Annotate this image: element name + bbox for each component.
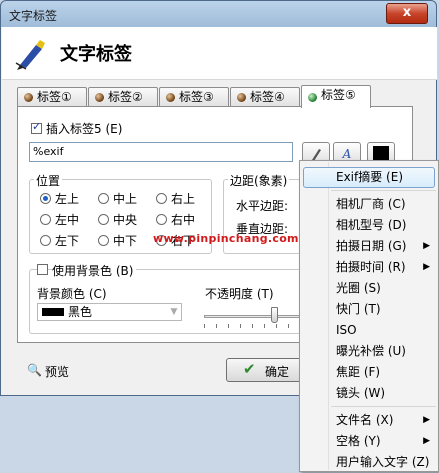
menu-item[interactable]: 文件名 (X) ▶ (303, 410, 435, 431)
menu-item[interactable]: 曝光补偿 (U) (303, 341, 435, 362)
watermark-text: www.pinpinchang.com (153, 232, 299, 245)
position-radio-top-center[interactable] (98, 193, 109, 204)
menu-item[interactable]: 光圈 (S) (303, 278, 435, 299)
preview-label: 预览 (45, 365, 70, 379)
horizontal-margin-label: 水平边距: (236, 199, 289, 213)
menu-item-label: ISO (336, 323, 357, 337)
menu-item-label: 镜头 (W) (336, 386, 386, 400)
opacity-slider-ticks (204, 324, 302, 328)
position-option-label: 左上 (55, 192, 80, 206)
position-option-label: 中下 (113, 234, 138, 248)
menu-item-label: 拍摄日期 (G) (336, 239, 407, 253)
menu-item-label: 相机型号 (D) (336, 218, 407, 232)
menu-item[interactable]: 拍摄日期 (G) ▶ (303, 236, 435, 257)
checkmark-icon: ✔ (243, 360, 256, 378)
menu-item-label: 空格 (Y) (336, 434, 381, 448)
background-color-swatch (42, 308, 64, 316)
menu-item-label: 焦距 (F) (336, 365, 381, 379)
menu-item-label: 文件名 (X) (336, 413, 394, 427)
title-bar[interactable]: 文字标签 x (1, 1, 436, 27)
preview-button[interactable]: 🔍 预览 (21, 358, 91, 382)
tab-bullet-active-icon (308, 93, 317, 102)
menu-item-label: 曝光补偿 (U) (336, 344, 406, 358)
opacity-label: 不透明度 (T) (205, 287, 274, 301)
tab-label-text: 标签⑤ (321, 88, 356, 102)
menu-item[interactable]: 相机型号 (D) (303, 215, 435, 236)
position-radio-top-left[interactable] (40, 193, 51, 204)
background-color-select[interactable]: 黑色 ▼ (37, 303, 182, 321)
label-text-input[interactable]: %exif (29, 142, 293, 162)
menu-item-label: 用户输入文字 (Z) (336, 455, 430, 469)
tab-label-text: 标签② (108, 90, 143, 104)
position-option-label: 右上 (171, 192, 196, 206)
menu-item[interactable]: 空格 (Y) ▶ (303, 431, 435, 452)
submenu-arrow-icon: ▶ (423, 415, 430, 425)
tab-bullet-icon (237, 93, 246, 102)
dialog-header: 文字标签 (2, 27, 437, 80)
field-context-menu: Exif摘要 (E) 相机厂商 (C) 相机型号 (D) 拍摄日期 (G) ▶ 拍摄时间 … (299, 160, 439, 472)
opacity-slider-thumb[interactable] (271, 307, 278, 323)
tab-bullet-icon (166, 93, 175, 102)
position-radio-bottom-center[interactable] (98, 235, 109, 246)
menu-item[interactable]: 相机厂商 (C) (303, 194, 435, 215)
submenu-arrow-icon: ▶ (423, 241, 430, 251)
tab-label-text: 标签① (37, 90, 72, 104)
menu-item[interactable]: ISO (303, 320, 435, 341)
tab-label-4[interactable]: 标签④ (230, 87, 300, 106)
magnifier-icon: 🔍 (27, 363, 42, 377)
insert-label-text: 插入标签5 (E) (46, 122, 123, 136)
position-radio-bottom-left[interactable] (40, 235, 51, 246)
menu-item-label: 相机厂商 (C) (336, 197, 406, 211)
dialog-header-title: 文字标签 (60, 44, 132, 65)
position-radio-center[interactable] (98, 214, 109, 225)
submenu-arrow-icon: ▶ (423, 436, 430, 446)
opacity-slider-track[interactable] (204, 315, 302, 318)
menu-item-label: 光圈 (S) (336, 281, 381, 295)
insert-label-checkbox[interactable] (31, 120, 42, 134)
menu-item[interactable]: 焦距 (F) (303, 362, 435, 383)
ok-label: 确定 (265, 365, 290, 379)
pen-icon (15, 40, 45, 70)
background-color-label: 背景颜色 (C) (37, 287, 107, 301)
chevron-down-icon: ▼ (170, 307, 178, 317)
menu-separator (331, 406, 436, 407)
menu-separator (331, 190, 436, 191)
position-option-label: 左下 (55, 234, 80, 248)
position-option-label: 右中 (171, 213, 196, 227)
tab-label-5[interactable]: 标签⑤ (301, 85, 371, 108)
tab-bullet-icon (95, 93, 104, 102)
menu-item[interactable]: 快门 (T) (303, 299, 435, 320)
position-option-label: 左中 (55, 213, 80, 227)
menu-item-label: 快门 (T) (336, 302, 381, 316)
position-group-title: 位置 (34, 172, 63, 189)
margin-group-title: 边距(象素) (228, 172, 290, 189)
tab-label-2[interactable]: 标签② (88, 87, 158, 106)
window-title: 文字标签 (9, 9, 58, 23)
position-radio-middle-left[interactable] (40, 214, 51, 225)
tab-bullet-icon (24, 93, 33, 102)
font-icon: A (342, 147, 352, 161)
menu-item[interactable]: 用户输入文字 (Z) (303, 452, 435, 473)
use-background-label: 使用背景色 (B) (52, 262, 137, 279)
tab-label-text: 标签④ (250, 90, 285, 104)
menu-item-label: Exif摘要 (E) (336, 170, 404, 184)
ok-button[interactable]: ✔ 确定 (226, 358, 304, 382)
close-button[interactable]: x (386, 3, 428, 24)
position-radio-middle-right[interactable] (156, 214, 167, 225)
use-background-checkbox[interactable] (37, 264, 48, 275)
tab-label-3[interactable]: 标签③ (159, 87, 229, 106)
position-option-label: 中央 (113, 213, 138, 227)
background-color-value: 黑色 (68, 305, 93, 319)
tab-label-text: 标签③ (179, 90, 214, 104)
tab-label-1[interactable]: 标签① (17, 87, 87, 106)
position-radio-top-right[interactable] (156, 193, 167, 204)
submenu-arrow-icon: ▶ (423, 262, 430, 272)
position-option-label: 中上 (113, 192, 138, 206)
menu-item-label: 拍摄时间 (R) (336, 260, 406, 274)
menu-item[interactable]: Exif摘要 (E) (303, 167, 435, 188)
menu-item[interactable]: 镜头 (W) (303, 383, 435, 404)
menu-item[interactable]: 拍摄时间 (R) ▶ (303, 257, 435, 278)
